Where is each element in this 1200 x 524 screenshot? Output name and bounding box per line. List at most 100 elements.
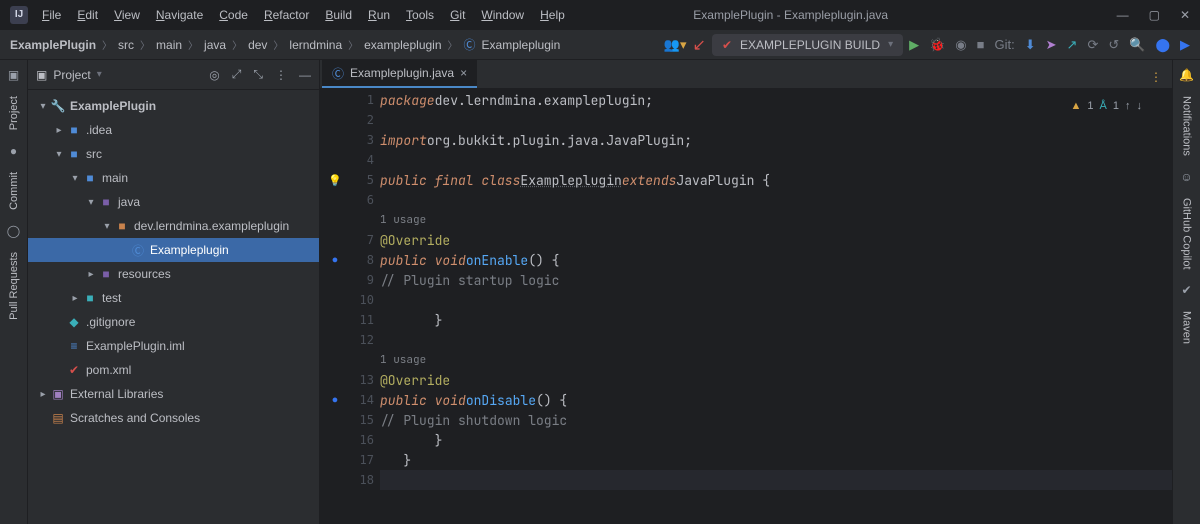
line-number[interactable]: 5 — [350, 170, 374, 190]
maven-label[interactable]: Maven — [1181, 311, 1193, 344]
next-highlight-icon[interactable]: ↓ — [1137, 100, 1143, 112]
breadcrumb-item[interactable]: dev — [248, 38, 267, 52]
chevron-down-icon[interactable]: ▾ — [97, 69, 102, 80]
pr-tool-icon[interactable]: ◯ — [7, 224, 20, 238]
editor-menu-icon[interactable]: ⋮ — [1150, 70, 1162, 84]
code-line[interactable]: import org.bukkit.plugin.java.JavaPlugin… — [380, 130, 1172, 150]
git-update-icon[interactable]: ⬇ — [1025, 37, 1036, 53]
tree-twisty[interactable]: ▸ — [52, 125, 66, 136]
tree-row[interactable]: ▾■java — [28, 190, 319, 214]
commit-tool-icon[interactable]: ● — [10, 144, 17, 158]
menu-item[interactable]: Run — [368, 8, 390, 22]
breadcrumb-item[interactable]: java — [204, 38, 226, 52]
code-line[interactable]: // Plugin startup logic — [380, 270, 1172, 290]
gutter-icon[interactable] — [320, 150, 350, 170]
line-number[interactable] — [350, 350, 374, 370]
tree-twisty[interactable]: ▸ — [36, 389, 50, 400]
line-number[interactable]: 18 — [350, 470, 374, 490]
line-number[interactable]: 12 — [350, 330, 374, 350]
code-line[interactable] — [380, 110, 1172, 130]
code-line[interactable] — [380, 190, 1172, 210]
tree-twisty[interactable]: ▾ — [84, 197, 98, 208]
code-line[interactable]: 1 usage — [380, 210, 1172, 230]
tree-twisty[interactable]: ▾ — [36, 101, 50, 112]
git-revert-icon[interactable]: ↺ — [1108, 37, 1119, 53]
code-line[interactable] — [380, 290, 1172, 310]
tree-row[interactable]: ▾■src — [28, 142, 319, 166]
line-number[interactable]: 7 — [350, 230, 374, 250]
code-line[interactable]: } — [380, 450, 1172, 470]
gutter-icon[interactable]: ● — [320, 390, 350, 410]
tree-row[interactable]: ▸■resources — [28, 262, 319, 286]
line-number[interactable]: 2 — [350, 110, 374, 130]
code-line[interactable]: // Plugin shutdown logic — [380, 410, 1172, 430]
menu-item[interactable]: Tools — [406, 8, 434, 22]
line-number[interactable]: 11 — [350, 310, 374, 330]
menu-item[interactable]: Git — [450, 8, 465, 22]
commit-tool-label[interactable]: Commit — [8, 172, 20, 210]
menu-item[interactable]: View — [114, 8, 140, 22]
code-line[interactable] — [380, 150, 1172, 170]
code-line[interactable]: public void onDisable() { — [380, 390, 1172, 410]
code-line[interactable]: } — [380, 310, 1172, 330]
maximize-icon[interactable]: ▢ — [1149, 8, 1160, 22]
code-line[interactable]: 1 usage — [380, 350, 1172, 370]
tree-row[interactable]: ▾■main — [28, 166, 319, 190]
line-number[interactable]: 1 — [350, 90, 374, 110]
menu-item[interactable]: Build — [325, 8, 352, 22]
run-configuration[interactable]: ✔ EXAMPLEPLUGIN BUILD ▾ — [712, 34, 903, 56]
breadcrumb-item[interactable]: src — [118, 38, 134, 52]
expand-icon[interactable]: ⤢ — [232, 67, 242, 82]
gutter-icon[interactable] — [320, 410, 350, 430]
tree-twisty[interactable]: ▸ — [84, 269, 98, 280]
line-number[interactable] — [350, 210, 374, 230]
tree-row[interactable]: ✔pom.xml — [28, 358, 319, 382]
pr-tool-label[interactable]: Pull Requests — [8, 252, 20, 320]
tree-twisty[interactable]: ▸ — [68, 293, 82, 304]
gutter-icon[interactable] — [320, 310, 350, 330]
tree-row[interactable]: ▸■.idea — [28, 118, 319, 142]
code-line[interactable]: } — [380, 430, 1172, 450]
breadcrumb[interactable]: ExamplePlugin〉src〉main〉java〉dev〉lerndmin… — [10, 36, 560, 53]
editor-tab[interactable]: Ⓒ Exampleplugin.java × — [322, 60, 477, 88]
menu-item[interactable]: Navigate — [156, 8, 203, 22]
debug-icon[interactable]: 🐞 — [929, 37, 945, 53]
user-icon[interactable]: 👥▾ — [664, 37, 687, 53]
line-number[interactable]: 17 — [350, 450, 374, 470]
tree-row[interactable]: ▾■dev.lerndmina.exampleplugin — [28, 214, 319, 238]
tree-row[interactable]: ▸▣External Libraries — [28, 382, 319, 406]
line-number[interactable]: 3 — [350, 130, 374, 150]
gutter-icon[interactable] — [320, 130, 350, 150]
project-view-title[interactable]: Project — [53, 68, 90, 82]
breadcrumb-item[interactable]: exampleplugin — [364, 38, 441, 52]
gutter-icon[interactable] — [320, 330, 350, 350]
gutter-icon[interactable] — [320, 230, 350, 250]
breadcrumb-item[interactable]: main — [156, 38, 182, 52]
target-icon[interactable]: ◎ — [209, 68, 219, 82]
gutter-icon[interactable] — [320, 350, 350, 370]
run-icon[interactable]: ▶ — [909, 37, 919, 53]
maven-icon[interactable]: ✔ — [1181, 283, 1191, 297]
code-line[interactable]: public final class Exampleplugin extends… — [380, 170, 1172, 190]
gutter-icon[interactable] — [320, 430, 350, 450]
code-line[interactable] — [380, 330, 1172, 350]
code-line[interactable]: @Override — [380, 370, 1172, 390]
code-line[interactable]: public void onEnable() { — [380, 250, 1172, 270]
project-tree[interactable]: ▾🔧ExamplePlugin▸■.idea▾■src▾■main▾■java▾… — [28, 90, 319, 434]
tree-row[interactable]: ⒸExampleplugin — [28, 238, 319, 262]
inspection-widget[interactable]: ▲ 1 Å 1 ↑ ↓ — [1071, 100, 1142, 112]
line-number[interactable]: 8 — [350, 250, 374, 270]
gutter-icon[interactable] — [320, 470, 350, 490]
menu-item[interactable]: Refactor — [264, 8, 309, 22]
menu-item[interactable]: File — [42, 8, 61, 22]
notifications-icon[interactable]: 🔔 — [1179, 68, 1194, 82]
git-commit-icon[interactable]: ➤ — [1046, 37, 1057, 53]
line-number[interactable]: 13 — [350, 370, 374, 390]
tree-row[interactable]: ▾🔧ExamplePlugin — [28, 94, 319, 118]
tree-row[interactable]: ◆.gitignore — [28, 310, 319, 334]
code-line[interactable]: package dev.lerndmina.exampleplugin; — [380, 90, 1172, 110]
breadcrumb-item[interactable]: Exampleplugin — [482, 38, 561, 52]
prev-highlight-icon[interactable]: ↑ — [1125, 100, 1131, 112]
git-history-icon[interactable]: ⟳ — [1087, 37, 1098, 53]
gutter-icon[interactable]: ● — [320, 250, 350, 270]
